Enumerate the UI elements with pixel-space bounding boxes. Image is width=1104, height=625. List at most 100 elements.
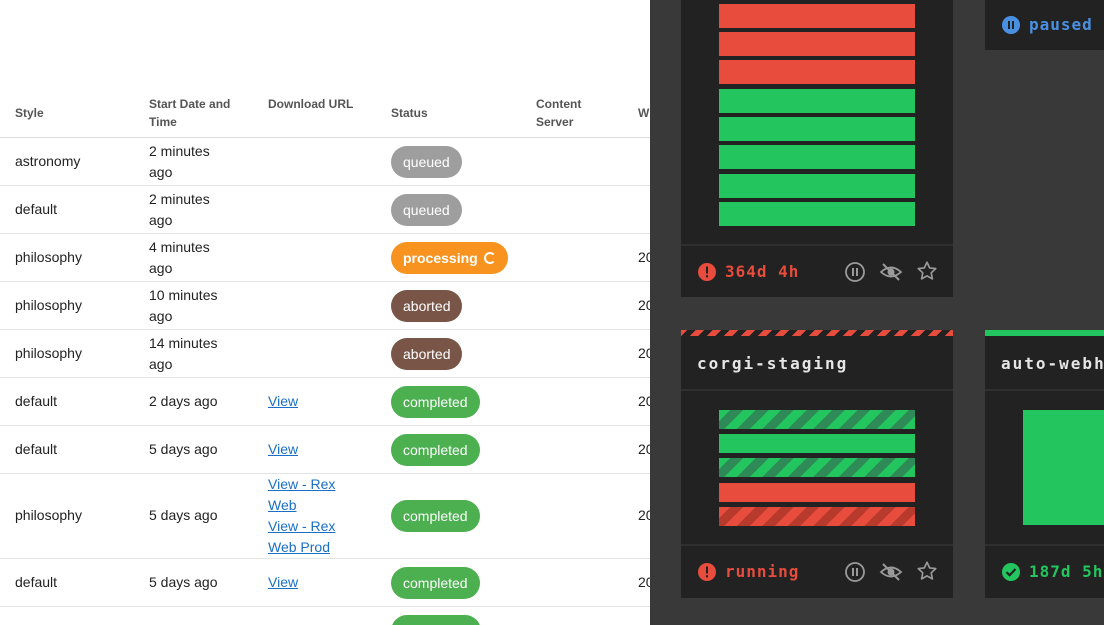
status-badge: aborted (391, 338, 463, 370)
link-line2: Web (268, 497, 297, 513)
table-header: Style Start Date and Time Download URL S… (0, 90, 650, 138)
job-bar[interactable] (719, 32, 915, 56)
cell-date-line1: 2 minutes (149, 191, 210, 207)
card-divider (681, 389, 953, 391)
link-line2: Web Prod (268, 539, 330, 555)
cell-download-url: View (268, 572, 368, 593)
status-label: completed (403, 575, 468, 591)
card-status-stripe (681, 330, 953, 336)
view-link[interactable]: View (268, 572, 368, 593)
job-bar[interactable] (719, 174, 915, 198)
job-bar[interactable] (719, 458, 915, 477)
cell-w: 20 (638, 393, 650, 409)
job-bar[interactable] (1023, 410, 1104, 525)
pause-icon[interactable] (844, 561, 866, 583)
card-divider (681, 544, 953, 546)
job-bar[interactable] (719, 507, 915, 526)
job-bar[interactable] (719, 89, 915, 113)
pipeline-name[interactable]: corgi-staging (697, 354, 848, 373)
cell-style: philosophy (15, 507, 82, 523)
table-row[interactable]: default 5 days ago View completed 20 (0, 426, 650, 474)
status-badge: processing (391, 242, 508, 274)
success-icon (1001, 562, 1021, 582)
pause-icon[interactable] (844, 261, 866, 283)
cell-style: philosophy (15, 345, 82, 361)
status-badge: completed (391, 434, 480, 466)
card-footer-status: running (725, 562, 800, 581)
cell-date-line2: ago (149, 308, 173, 324)
pipeline-name[interactable]: auto-webho (1001, 354, 1104, 373)
pipeline-card[interactable]: corgi-staging running (681, 330, 953, 598)
header-start-date-line1: Start Date and (149, 97, 231, 111)
job-bar[interactable] (719, 60, 915, 84)
cell-date-line2: ago (149, 164, 173, 180)
job-bar[interactable] (719, 434, 915, 453)
status-label: completed (403, 442, 468, 458)
builds-table: Style Start Date and Time Download URL S… (0, 0, 650, 625)
cell-start-date: 5 days ago (149, 574, 218, 590)
cell-start-date: 5 days ago (149, 441, 218, 457)
view-rex-web-link[interactable]: View - Rex Web (268, 474, 368, 516)
table-row[interactable]: default 5 days ago View completed 20 (0, 559, 650, 607)
table-row[interactable]: default 2 days ago View completed 20 (0, 378, 650, 426)
status-label: queued (403, 202, 450, 218)
status-badge: aborted (391, 290, 463, 322)
job-bar[interactable] (719, 4, 915, 28)
eye-slash-icon[interactable] (879, 561, 903, 583)
job-bar[interactable] (719, 117, 915, 141)
view-link[interactable]: View (268, 391, 368, 412)
cell-date-line2: ago (149, 260, 173, 276)
cell-start-date: 2 minutes ago (149, 141, 239, 183)
table-row[interactable]: default 2 minutes ago queued (0, 186, 650, 234)
table-row[interactable]: philosophy 4 minutes ago processing 20 (0, 234, 650, 282)
job-bar[interactable] (719, 202, 915, 226)
paused-icon (1001, 15, 1021, 35)
cell-date-line2: ago (149, 212, 173, 228)
header-start-date[interactable]: Start Date and Time (149, 95, 230, 131)
card-divider (985, 389, 1104, 391)
header-start-date-line2: Time (149, 115, 177, 129)
error-icon (697, 262, 717, 282)
star-icon[interactable] (916, 560, 938, 582)
status-label: queued (403, 154, 450, 170)
view-rex-web-prod-link[interactable]: View - Rex Web Prod (268, 516, 368, 558)
cell-date-line1: 2 minutes (149, 143, 210, 159)
cell-style: philosophy (15, 297, 82, 313)
status-label: completed (403, 394, 468, 410)
header-status[interactable]: Status (391, 104, 428, 122)
cell-start-date: 14 minutes ago (149, 333, 239, 375)
table-row[interactable]: philosophy 14 minutes ago aborted 20 (0, 330, 650, 378)
status-badge (391, 615, 481, 625)
status-label: processing (403, 250, 478, 266)
header-content-server[interactable]: Content Server (536, 95, 581, 131)
header-w[interactable]: W (638, 104, 649, 122)
table-row[interactable]: philosophy 10 minutes ago aborted 20 (0, 282, 650, 330)
eye-slash-icon[interactable] (879, 261, 903, 283)
view-link[interactable]: View (268, 439, 368, 460)
pipeline-card[interactable]: paused (985, 0, 1104, 50)
star-icon[interactable] (916, 260, 938, 282)
cell-date-line2: ago (149, 356, 173, 372)
status-badge: queued (391, 194, 462, 226)
table-row[interactable]: philosophy 5 days ago View - Rex Web View… (0, 474, 650, 559)
header-download-url[interactable]: Download URL (268, 95, 353, 113)
pipeline-dashboard: 364d 4h paused corgi-staging running aut… (650, 0, 1104, 625)
cell-start-date: 2 days ago (149, 393, 218, 409)
cell-download-url: View (268, 391, 368, 412)
cell-style: philosophy (15, 249, 82, 265)
status-badge: completed (391, 567, 480, 599)
pipeline-card[interactable]: auto-webho 187d 5h (985, 330, 1104, 598)
table-row[interactable]: astronomy 2 minutes ago queued (0, 138, 650, 186)
cell-style: astronomy (15, 153, 81, 169)
job-bar[interactable] (719, 410, 915, 429)
job-bar[interactable] (719, 145, 915, 169)
job-bar[interactable] (719, 483, 915, 502)
cell-date-line1: 10 minutes (149, 287, 218, 303)
table-row[interactable] (0, 607, 650, 625)
card-divider (985, 544, 1104, 546)
pipeline-card[interactable]: 364d 4h (681, 0, 953, 297)
status-badge: completed (391, 386, 480, 418)
cell-style: default (15, 574, 58, 590)
error-icon (697, 562, 717, 582)
header-style[interactable]: Style (15, 104, 44, 122)
